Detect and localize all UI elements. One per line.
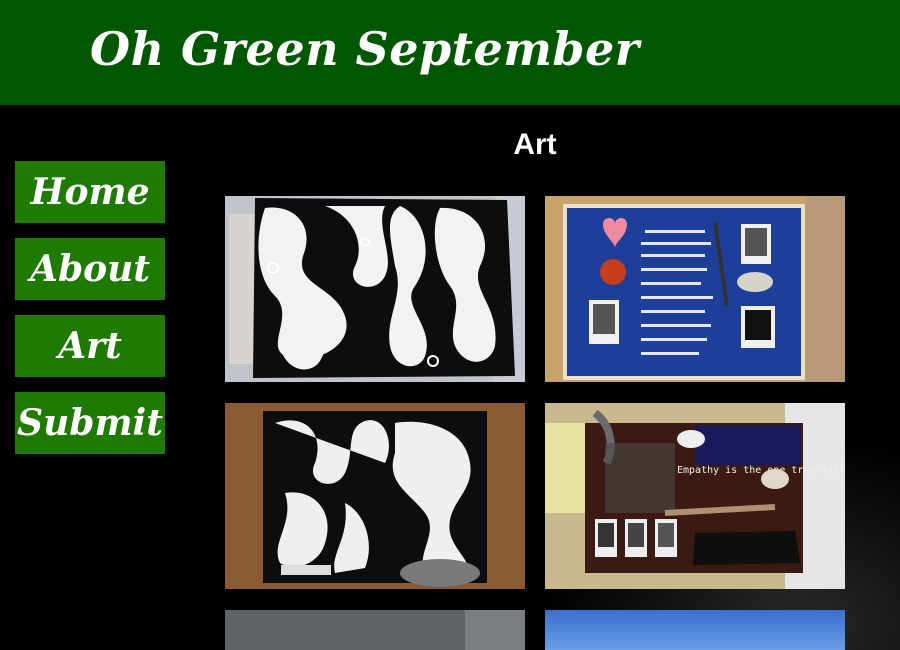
nav-home-button[interactable]: Home xyxy=(15,161,165,223)
gallery-image-6[interactable] xyxy=(545,610,845,650)
gallery-image-2[interactable] xyxy=(545,196,845,382)
page-title: Art xyxy=(513,128,557,161)
blue-collage-image xyxy=(545,196,845,382)
main-nav: Home About Art Submit xyxy=(15,161,165,469)
bw-abstract-painting-image xyxy=(225,196,525,382)
collage-caption-text: Empathy is the one true faith xyxy=(677,465,845,476)
nav-art-button[interactable]: Art xyxy=(15,315,165,377)
bw-swirl-painting-image xyxy=(225,403,525,589)
gallery-image-3[interactable] xyxy=(225,403,525,589)
gallery-image-5[interactable] xyxy=(225,610,525,650)
sky-photo-image xyxy=(545,610,845,650)
nav-submit-button[interactable]: Submit xyxy=(15,392,165,454)
site-title[interactable]: Oh Green September xyxy=(90,22,640,76)
gallery-image-4[interactable]: Empathy is the one true faith xyxy=(545,403,845,589)
nav-about-button[interactable]: About xyxy=(15,238,165,300)
gallery-image-1[interactable] xyxy=(225,196,525,382)
gray-photo-image xyxy=(225,610,525,650)
site-header: Oh Green September xyxy=(0,0,900,105)
dark-collage-image: Empathy is the one true faith xyxy=(545,403,845,589)
